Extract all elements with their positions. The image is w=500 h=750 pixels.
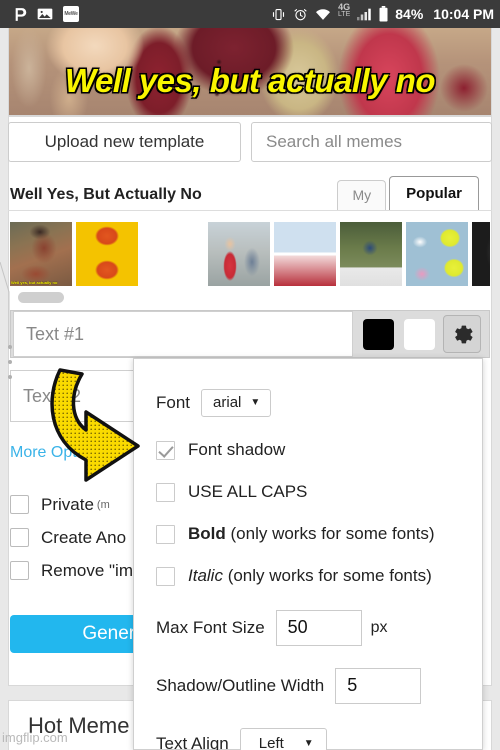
- status-bar-right-icons: 4G LTE 84% 10:04 PM: [271, 2, 494, 22]
- network-type-indicator: 4G LTE: [337, 2, 351, 19]
- font-row: Font arial ▼: [134, 389, 482, 417]
- chevron-down-icon: ▼: [250, 397, 261, 408]
- thumbnail-item[interactable]: [76, 222, 138, 286]
- thumbnail-item[interactable]: [340, 222, 402, 286]
- parler-p-icon: [10, 6, 27, 23]
- text-align-row: Text Align Left ▼: [134, 728, 482, 750]
- checkbox-bold[interactable]: [156, 524, 175, 544]
- font-shadow-row[interactable]: Font shadow: [134, 440, 482, 460]
- search-all-memes-input[interactable]: Search all memes: [251, 122, 492, 162]
- use-all-caps-label: USE ALL CAPS: [188, 482, 308, 501]
- checkbox-private[interactable]: [10, 495, 29, 514]
- tab-popular[interactable]: Popular: [389, 176, 479, 210]
- max-font-size-row: Max Font Size 50 px: [134, 610, 482, 646]
- thumbnail-item[interactable]: [406, 222, 468, 286]
- max-font-size-label: Max Font Size: [156, 618, 265, 637]
- max-font-size-unit: px: [370, 619, 388, 636]
- template-header: Well Yes, But Actually No My Popular: [10, 176, 490, 210]
- drag-dot: [8, 375, 12, 379]
- text-align-label: Text Align: [156, 734, 229, 750]
- shadow-width-row: Shadow/Outline Width 5: [134, 668, 482, 704]
- status-bar-left-icons: MeWe: [10, 6, 79, 23]
- thumbnail-item[interactable]: [472, 222, 490, 286]
- meme-preview-image[interactable]: Well yes, but actually no: [8, 28, 492, 116]
- app-root: MeWe 4G LTE 84% 10:04 PM Well yes, but a…: [0, 0, 500, 750]
- text-outline-swatch-white[interactable]: [404, 318, 435, 350]
- bold-note: (only works for some fonts): [225, 524, 435, 543]
- bold-label: Bold: [188, 524, 226, 543]
- wifi-icon: [315, 8, 331, 21]
- thumbnail-item[interactable]: [142, 222, 204, 286]
- shadow-width-input[interactable]: 5: [335, 668, 422, 704]
- mewe-app-icon-label: MeWe: [64, 11, 78, 17]
- gallery-image-icon: [37, 6, 53, 22]
- font-settings-popup: Font arial ▼ Font shadow USE ALL CAPS Bo…: [133, 358, 483, 750]
- option-private-label: Private: [41, 494, 94, 514]
- vibrate-icon: [271, 7, 286, 22]
- font-shadow-label: Font shadow: [188, 440, 286, 459]
- option-remove-watermark-label: Remove "im: [41, 560, 133, 580]
- thumbnail-item[interactable]: Well yes, but actually no: [10, 222, 72, 286]
- mewe-app-icon: MeWe: [63, 6, 79, 22]
- template-tabs: My Popular: [337, 176, 482, 210]
- all-caps-row[interactable]: USE ALL CAPS: [134, 482, 482, 502]
- text1-input[interactable]: Text #1: [13, 311, 353, 357]
- option-private-note: (m: [96, 498, 110, 511]
- italic-row[interactable]: Italic (only works for some fonts): [134, 566, 482, 586]
- text-color-swatch-black[interactable]: [363, 318, 394, 350]
- italic-label: Italic: [188, 566, 223, 585]
- page-title: Well Yes, But Actually No: [10, 186, 202, 203]
- upload-search-row: Upload new template Search all memes: [8, 122, 492, 162]
- upload-new-template-button[interactable]: Upload new template: [8, 122, 241, 162]
- status-bar: MeWe 4G LTE 84% 10:04 PM: [0, 0, 500, 28]
- text1-row: Text #1: [10, 310, 490, 358]
- gear-icon[interactable]: [443, 315, 481, 353]
- drag-handle-dots[interactable]: [8, 345, 12, 390]
- signal-bars-icon: [357, 8, 372, 21]
- drag-dot: [8, 345, 12, 349]
- font-select-value: arial: [213, 394, 242, 411]
- annotation-arrow-icon: [50, 368, 140, 482]
- italic-note: (only works for some fonts): [222, 566, 432, 585]
- checkbox-create-another[interactable]: [10, 528, 29, 547]
- text-align-select[interactable]: Left ▼: [239, 728, 327, 750]
- shadow-width-label: Shadow/Outline Width: [156, 676, 325, 695]
- thumbnail-caption: Well yes, but actually no: [11, 280, 58, 285]
- text-align-value: Left: [258, 735, 284, 750]
- clock-time: 10:04 PM: [433, 6, 494, 22]
- panel-edge-line: [0, 262, 10, 348]
- checkbox-italic[interactable]: [156, 566, 175, 586]
- bold-row[interactable]: Bold (only works for some fonts): [134, 524, 482, 544]
- tab-my[interactable]: My: [337, 180, 387, 210]
- font-select[interactable]: arial ▼: [201, 389, 272, 417]
- meme-preview-caption: Well yes, but actually no: [64, 62, 436, 99]
- drag-dot: [8, 360, 12, 364]
- thumbnail-scrollbar[interactable]: [18, 292, 64, 303]
- template-thumbnail-strip[interactable]: Well yes, but actually no: [10, 222, 490, 286]
- imgflip-watermark: imgflip.com: [2, 730, 68, 745]
- tabs-divider: [8, 210, 492, 211]
- chevron-down-icon: ▼: [303, 738, 314, 749]
- checkbox-remove-watermark[interactable]: [10, 561, 29, 580]
- alarm-clock-icon: [293, 7, 308, 22]
- battery-percent: 84%: [395, 6, 424, 22]
- thumbnail-item[interactable]: [208, 222, 270, 286]
- option-create-another-label: Create Ano: [41, 527, 127, 547]
- max-font-size-input[interactable]: 50: [275, 610, 362, 646]
- battery-icon: [379, 6, 388, 22]
- thumbnail-item[interactable]: [274, 222, 336, 286]
